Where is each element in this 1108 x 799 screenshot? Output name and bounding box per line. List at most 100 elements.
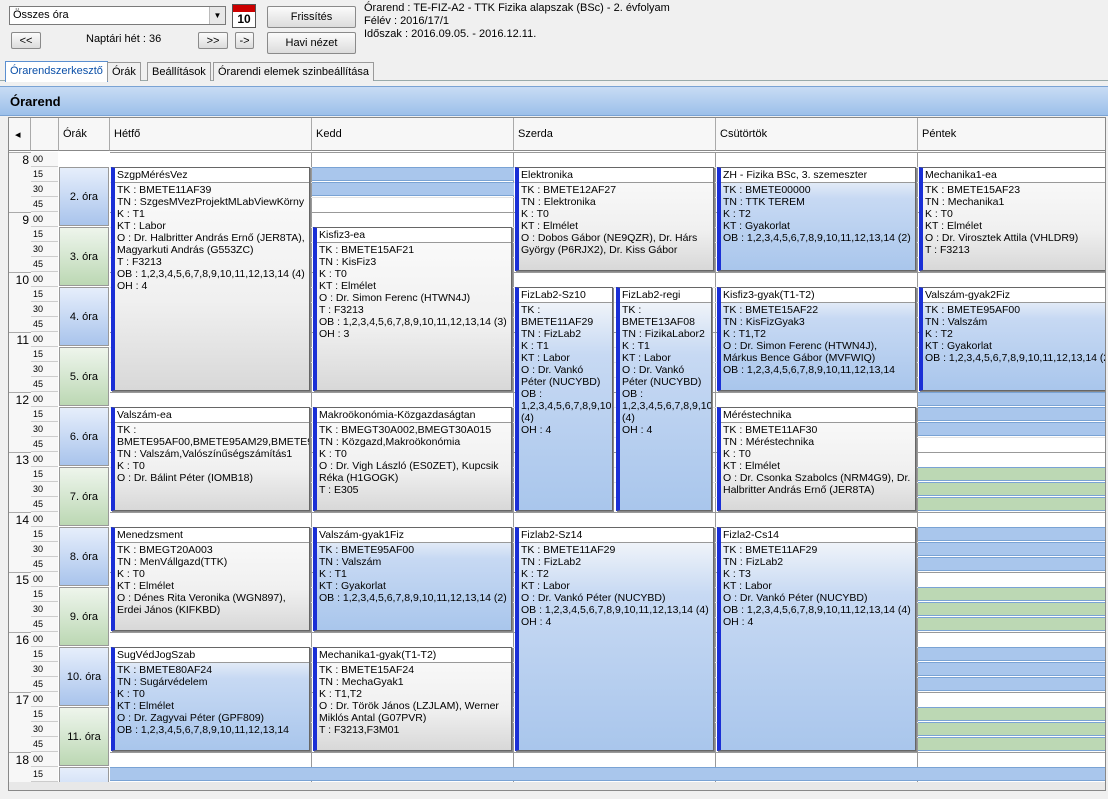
- timetable-event[interactable]: Fizlab2-Sz14 TK : BMETE11AF29 TN : FizLab2…: [515, 527, 714, 751]
- event-detail: T : F3213: [319, 304, 364, 316]
- next-week-button[interactable]: >>: [198, 32, 228, 49]
- horizontal-scrollbar[interactable]: [9, 782, 1105, 790]
- event-detail: KT : Gyakorlat: [723, 220, 790, 232]
- tab-lessons[interactable]: Órák: [107, 62, 141, 81]
- hour-label: 12: [9, 392, 31, 452]
- tab-bar: Órarendszerkesztő Órák Beállítások Órare…: [0, 61, 1108, 82]
- scroll-left-icon[interactable]: ◂: [9, 118, 31, 151]
- empty-slot[interactable]: [312, 182, 514, 196]
- tab-color-settings[interactable]: Órarendi elemek szinbeállítása: [213, 62, 375, 81]
- event-title: SugVédJogSzab: [115, 648, 309, 663]
- timetable-event[interactable]: Valszám-gyak1Fiz TK : BMETE95AF00 TN : Val…: [313, 527, 512, 631]
- event-detail: O : Dénes Rita Veronika (WGN897), Erdei …: [117, 592, 286, 616]
- hour-label: 17: [9, 692, 31, 752]
- tab-settings[interactable]: Beállítások: [147, 62, 211, 81]
- event-detail: KT : Elmélet: [117, 580, 174, 592]
- minute-label: 00: [31, 572, 58, 587]
- minute-label: 00: [31, 272, 58, 287]
- event-detail: TK : BMETE15AF22: [723, 304, 819, 316]
- timetable-event[interactable]: ZH - Fizika BSc, 3. szemeszter TK : BMETE…: [717, 167, 916, 271]
- empty-slot[interactable]: [918, 617, 1105, 631]
- empty-slot[interactable]: [918, 677, 1105, 691]
- empty-slot[interactable]: [918, 587, 1105, 601]
- minute-label: 00: [31, 632, 58, 647]
- timetable-event[interactable]: Valszám-ea TK : BMETE95AF00,BMETE95AM29,B…: [111, 407, 310, 511]
- event-title: Mechanika1-ea: [923, 168, 1105, 183]
- minute-label: 15: [31, 467, 58, 482]
- monthly-view-button[interactable]: Havi nézet: [267, 32, 356, 54]
- hour-label: 8: [9, 152, 31, 212]
- timetable-grid[interactable]: ◂ Órák Hétfő Kedd Szerda Csütörtök Pénte…: [8, 117, 1106, 791]
- header-thursday: Csütörtök: [716, 118, 918, 151]
- empty-slot[interactable]: [918, 542, 1105, 556]
- empty-slot[interactable]: [312, 767, 514, 781]
- empty-slot[interactable]: [918, 737, 1105, 751]
- event-detail: K : T0: [521, 208, 549, 220]
- event-detail: TN : Valszám,Valószínűségszámítás1: [117, 448, 293, 460]
- event-detail: OB : 1,2,3,4,5,6,7,8,9,10,11,12,13,14: [117, 724, 290, 736]
- empty-slot[interactable]: [918, 557, 1105, 571]
- minute-label: 30: [31, 542, 58, 557]
- tab-editor[interactable]: Órarendszerkesztő: [5, 61, 108, 82]
- filter-combo[interactable]: Összes óra ▼: [9, 6, 226, 25]
- calendar-icon[interactable]: 10: [232, 4, 256, 28]
- timetable-event[interactable]: Makroökonómia-Közgazdaságtan TK : BMEGT30…: [313, 407, 512, 511]
- event-detail: T : F3213,F3M01: [319, 724, 400, 736]
- goto-button[interactable]: ->: [235, 32, 254, 49]
- event-detail: K : T3: [723, 568, 751, 580]
- empty-slot[interactable]: [514, 767, 716, 781]
- timetable-event[interactable]: Méréstechnika TK : BMETE11AF30 TN : Mérést…: [717, 407, 916, 511]
- timetable-event[interactable]: Elektronika TK : BMETE12AF27 TN : Elektron…: [515, 167, 714, 271]
- chevron-down-icon[interactable]: ▼: [209, 7, 225, 24]
- event-detail: K : T0: [117, 568, 145, 580]
- timetable-event[interactable]: SugVédJogSzab TK : BMETE80AF24 TN : Sugárv…: [111, 647, 310, 751]
- event-detail: OH : 4: [723, 616, 754, 628]
- minute-label: 45: [31, 737, 58, 752]
- empty-slot[interactable]: [918, 392, 1105, 406]
- event-detail: T : F3213: [117, 256, 162, 268]
- timetable-event[interactable]: Kisfiz3-ea TK : BMETE15AF21 TN : KisFiz3 K …: [313, 227, 512, 391]
- timetable-event[interactable]: Kisfiz3-gyak(T1-T2) TK : BMETE15AF22 TN : …: [717, 287, 916, 391]
- empty-slot[interactable]: [918, 647, 1105, 661]
- ora-label: 10. óra: [59, 647, 109, 706]
- empty-slot[interactable]: [918, 767, 1105, 781]
- empty-slot[interactable]: [918, 422, 1105, 436]
- event-detail: KT : Gyakorlat: [319, 580, 386, 592]
- empty-slot[interactable]: [918, 722, 1105, 736]
- timetable-event[interactable]: Menedzsment TK : BMEGT20A003 TN : MenVállg…: [111, 527, 310, 631]
- ora-label: 9. óra: [59, 587, 109, 646]
- empty-slot[interactable]: [918, 467, 1105, 481]
- event-detail: TN : MechaGyak1: [319, 676, 404, 688]
- timetable-event[interactable]: Valszám-gyak2Fiz TK : BMETE95AF00 TN : Val…: [919, 287, 1105, 391]
- timetable-event[interactable]: SzgpMérésVez TK : BMETE11AF39 TN : SzgesMV…: [111, 167, 310, 391]
- empty-slot[interactable]: [918, 662, 1105, 676]
- refresh-button[interactable]: Frissítés: [267, 6, 356, 28]
- empty-slot[interactable]: [918, 707, 1105, 721]
- event-detail: O : Dobos Gábor (NE9QZR), Dr. Hárs Györg…: [521, 232, 698, 256]
- timetable-event[interactable]: FizLab2-Sz10 TK : BMETE11AF29 TN : FizLab2…: [515, 287, 613, 511]
- empty-slot[interactable]: [918, 527, 1105, 541]
- empty-slot[interactable]: [918, 407, 1105, 421]
- empty-slot[interactable]: [918, 602, 1105, 616]
- timetable-event[interactable]: Mechanika1-gyak(T1-T2) TK : BMETE15AF24 TN…: [313, 647, 512, 751]
- empty-slot[interactable]: [716, 767, 918, 781]
- empty-slot[interactable]: [312, 167, 514, 181]
- header-friday: Péntek: [918, 118, 1105, 151]
- hour-label: 10: [9, 272, 31, 332]
- event-detail: OH : 3: [319, 328, 350, 340]
- event-title: FizLab2-Sz10: [519, 288, 612, 303]
- minute-label: 45: [31, 497, 58, 512]
- empty-slot[interactable]: [110, 767, 312, 781]
- event-detail: O : Dr. Csonka Szabolcs (NRM4G9), Dr. Ha…: [723, 472, 911, 496]
- timetable-event[interactable]: Mechanika1-ea TK : BMETE15AF23 TN : Mechan…: [919, 167, 1105, 271]
- event-detail: TN : FizLab2: [521, 328, 582, 340]
- empty-slot[interactable]: [918, 497, 1105, 511]
- event-detail: KT : Elmélet: [723, 460, 780, 472]
- prev-week-button[interactable]: <<: [11, 32, 41, 49]
- timetable-event[interactable]: FizLab2-regi TK : BMETE13AF08 TN : FizikaL…: [616, 287, 712, 511]
- period-label: Időszak : 2016.09.05. - 2016.12.11.: [364, 28, 537, 40]
- event-detail: OB : 1,2,3,4,5,6,7,8,9,10,11,12,13,14 (3…: [319, 316, 507, 328]
- event-detail: TN : Sugárvédelem: [117, 676, 208, 688]
- empty-slot[interactable]: [918, 482, 1105, 496]
- timetable-event[interactable]: Fizla2-Cs14 TK : BMETE11AF29 TN : FizLab2 K…: [717, 527, 916, 751]
